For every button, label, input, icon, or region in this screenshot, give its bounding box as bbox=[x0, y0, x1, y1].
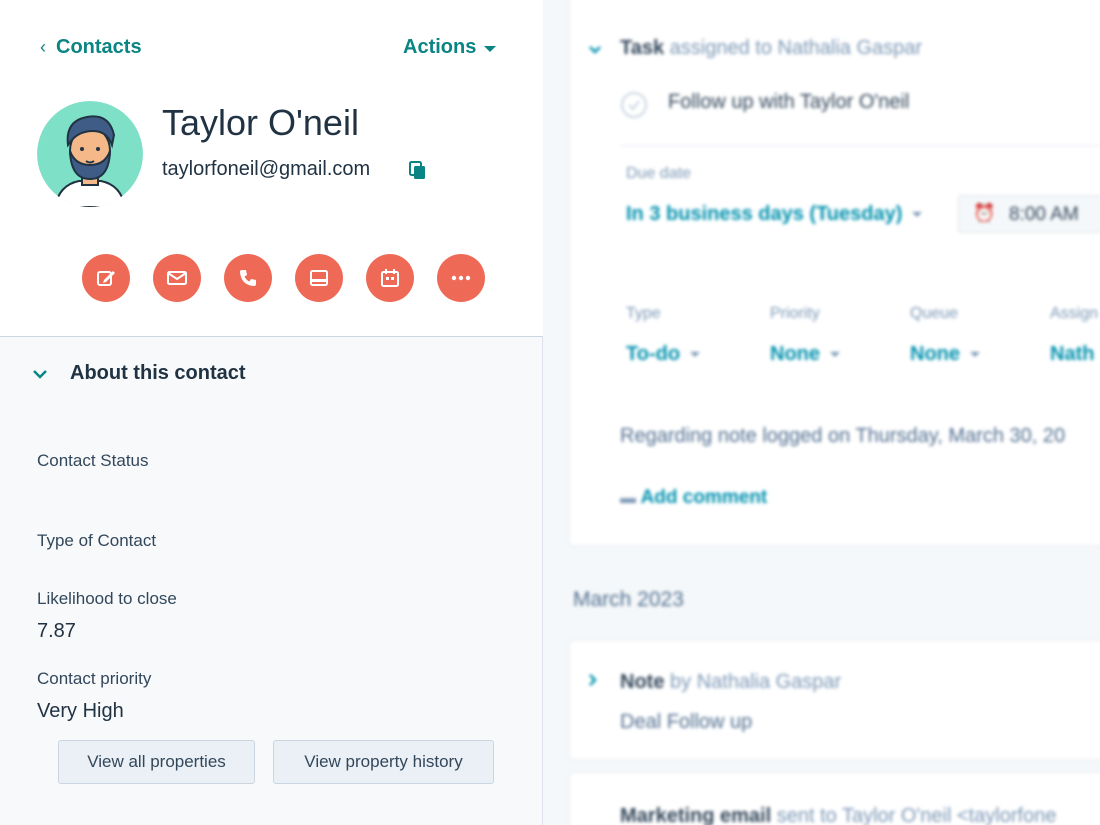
property-label-type-of-contact: Type of Contact bbox=[37, 531, 157, 550]
note-body: Deal Follow up bbox=[620, 711, 753, 733]
check-circle-icon[interactable] bbox=[620, 91, 648, 119]
marketing-email-sent-text: sent to Taylor O'neil <taylorfone bbox=[776, 805, 1057, 825]
contact-header-card: ‹ Contacts Actions Taylor O'neil taylorf… bbox=[0, 0, 543, 337]
property-label-contact-priority: Contact priority bbox=[37, 669, 152, 688]
contact-email[interactable]: taylorfoneil@gmail.com bbox=[162, 158, 370, 181]
chevron-down-icon bbox=[33, 369, 47, 379]
caret-down-icon bbox=[484, 45, 497, 52]
priority-dropdown[interactable]: None bbox=[770, 343, 840, 366]
phone-icon bbox=[240, 270, 256, 286]
month-header: March 2023 bbox=[573, 588, 684, 611]
about-section-toggle[interactable]: About this contact bbox=[32, 362, 246, 385]
task-assigned-text: assigned to Nathalia Gaspar bbox=[669, 37, 923, 59]
chevron-down-icon[interactable] bbox=[588, 45, 602, 55]
assigned-label: Assign bbox=[1050, 305, 1099, 322]
send-email-button[interactable] bbox=[153, 254, 201, 302]
contact-name: Taylor O'neil bbox=[162, 102, 359, 143]
email-icon bbox=[167, 271, 187, 285]
marketing-email-card: Marketing email sent to Taylor O'neil <t… bbox=[569, 772, 1100, 825]
time-picker[interactable]: ⏰ 8:00 AM bbox=[958, 195, 1100, 233]
assigned-dropdown[interactable]: Nath bbox=[1050, 343, 1094, 366]
actions-label: Actions bbox=[403, 36, 477, 58]
create-note-button[interactable] bbox=[82, 254, 130, 302]
activity-timeline: Task assigned to Nathalia Gaspar Follow … bbox=[543, 0, 1100, 825]
type-field-label: Type bbox=[626, 305, 661, 322]
queue-dropdown[interactable]: None bbox=[910, 343, 980, 366]
copy-icon[interactable] bbox=[408, 160, 428, 182]
comment-icon: ▬ bbox=[620, 490, 636, 507]
property-label-likelihood: Likelihood to close bbox=[37, 589, 177, 608]
caret-down-icon bbox=[912, 212, 923, 218]
view-all-properties-button[interactable]: View all properties bbox=[58, 740, 255, 784]
back-link-label: Contacts bbox=[56, 36, 142, 58]
avatar bbox=[37, 101, 143, 207]
queue-label: Queue bbox=[910, 305, 959, 322]
about-section-title: About this contact bbox=[70, 362, 246, 384]
create-task-button[interactable] bbox=[295, 254, 343, 302]
task-icon bbox=[310, 270, 328, 286]
due-date-value: In 3 business days (Tuesday) bbox=[626, 203, 903, 225]
property-label-contact-status: Contact Status bbox=[37, 451, 149, 470]
alarm-icon: ⏰ bbox=[973, 203, 996, 223]
note-card: Note by Nathalia Gaspar Deal Follow up bbox=[569, 640, 1100, 760]
due-date-dropdown[interactable]: In 3 business days (Tuesday) bbox=[626, 203, 923, 226]
actions-dropdown[interactable]: Actions bbox=[403, 36, 497, 59]
regarding-text: Regarding note logged on Thursday, March… bbox=[620, 425, 1066, 447]
property-value-likelihood[interactable]: 7.87 bbox=[37, 620, 76, 643]
type-value: To-do bbox=[626, 343, 681, 365]
priority-value: None bbox=[770, 343, 820, 365]
type-dropdown[interactable]: To-do bbox=[626, 343, 701, 366]
quick-action-row bbox=[82, 254, 485, 302]
chevron-right-icon[interactable] bbox=[588, 673, 598, 687]
add-comment-link[interactable]: ▬ Add comment bbox=[620, 487, 767, 509]
schedule-meeting-button[interactable] bbox=[366, 254, 414, 302]
edit-note-icon bbox=[97, 271, 115, 286]
task-title[interactable]: Follow up with Taylor O'neil bbox=[668, 91, 909, 114]
caret-down-icon bbox=[690, 352, 701, 358]
caret-down-icon bbox=[830, 352, 840, 358]
note-by-text: by Nathalia Gaspar bbox=[670, 671, 842, 693]
make-call-button[interactable] bbox=[224, 254, 272, 302]
view-property-history-button[interactable]: View property history bbox=[273, 740, 494, 784]
back-to-contacts-link[interactable]: ‹ Contacts bbox=[40, 36, 142, 59]
queue-value: None bbox=[910, 343, 960, 365]
more-icon bbox=[451, 275, 471, 281]
caret-down-icon bbox=[970, 352, 980, 358]
add-comment-label: Add comment bbox=[640, 487, 768, 508]
due-date-label: Due date bbox=[626, 165, 691, 182]
priority-label: Priority bbox=[770, 305, 820, 322]
task-card: Task assigned to Nathalia Gaspar Follow … bbox=[569, 0, 1100, 546]
task-type-label: Task bbox=[620, 37, 665, 59]
property-value-contact-priority[interactable]: Very High bbox=[37, 700, 124, 723]
marketing-email-type-label: Marketing email bbox=[620, 805, 772, 825]
calendar-icon bbox=[381, 269, 399, 287]
contact-sidebar: ‹ Contacts Actions Taylor O'neil taylorf… bbox=[0, 0, 543, 825]
more-actions-button[interactable] bbox=[437, 254, 485, 302]
note-type-label: Note bbox=[620, 671, 665, 693]
time-value: 8:00 AM bbox=[1009, 204, 1079, 225]
chevron-left-icon: ‹ bbox=[40, 37, 46, 57]
divider bbox=[620, 145, 1100, 146]
